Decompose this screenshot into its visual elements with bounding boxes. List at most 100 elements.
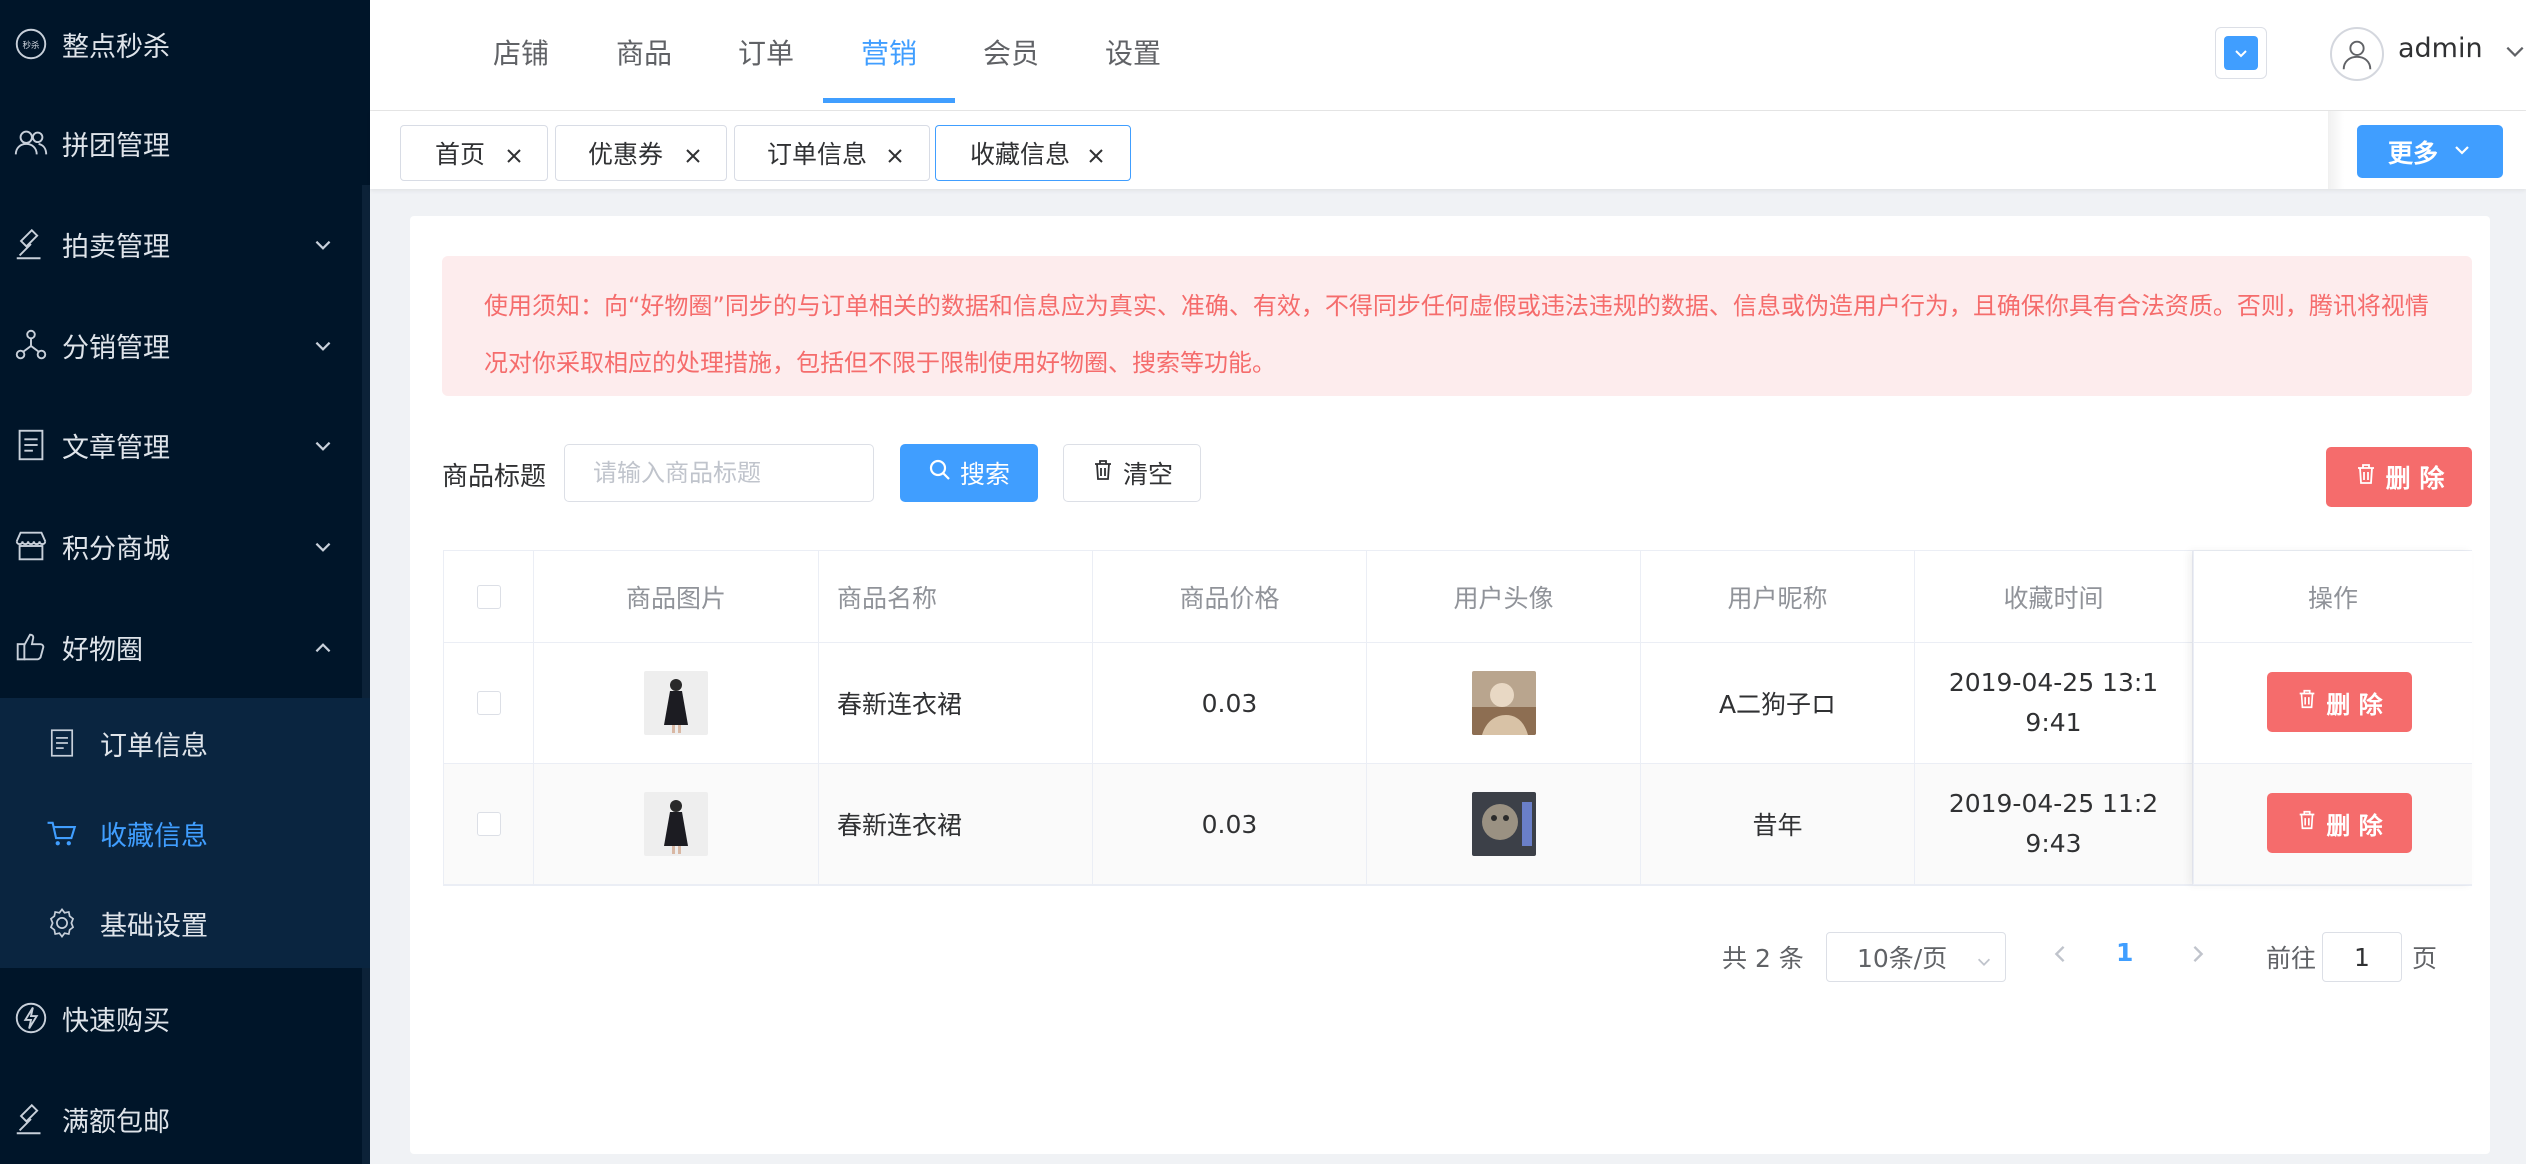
- sidebar-item-free-shipping[interactable]: 满额包邮: [0, 1069, 370, 1164]
- goto-label: 前往: [2266, 944, 2317, 973]
- search-button-label: 搜索: [959, 460, 1010, 489]
- more-divider: [2328, 111, 2344, 189]
- header-product-price: 商品价格: [1093, 551, 1367, 643]
- more-button[interactable]: 更多: [2357, 125, 2503, 178]
- tab-orders[interactable]: 订单: [738, 0, 794, 104]
- gear-icon: [42, 906, 82, 940]
- gavel-icon: [0, 225, 62, 263]
- tab-marketing[interactable]: 营销: [861, 0, 917, 104]
- document-icon: [42, 726, 82, 760]
- close-icon[interactable]: [683, 143, 703, 172]
- action-cell: 删 除: [2194, 764, 2472, 885]
- prev-page-button[interactable]: [2048, 942, 2072, 970]
- chevron-down-icon[interactable]: [2504, 40, 2526, 66]
- user-icon: [2342, 40, 2372, 70]
- product-title-input[interactable]: [564, 444, 874, 502]
- sidebar-item-label: 分销管理: [62, 332, 170, 364]
- sidebar-item-label: 拼团管理: [62, 130, 170, 162]
- search-button[interactable]: 搜索: [900, 444, 1038, 502]
- user-avatar[interactable]: [2330, 27, 2384, 81]
- product-price-cell: 0.03: [1093, 764, 1367, 885]
- tab-members[interactable]: 会员: [983, 0, 1039, 104]
- tag-favorites[interactable]: 收藏信息: [935, 125, 1131, 181]
- row-delete-button[interactable]: 删 除: [2267, 793, 2412, 853]
- more-label: 更多: [2387, 138, 2438, 168]
- fixed-action-column: 操作 删 除 删 除: [2193, 551, 2472, 885]
- chevron-down-icon: [312, 232, 334, 263]
- sidebar-item-flash-sale[interactable]: 秒杀 整点秒杀: [0, 0, 370, 94]
- row-delete-label: 删 除: [2326, 811, 2383, 840]
- submenu-item-basic-settings[interactable]: 基础设置: [0, 878, 370, 968]
- page-size-select[interactable]: 10条/页: [1826, 932, 2006, 982]
- row-delete-button[interactable]: 删 除: [2267, 672, 2412, 732]
- tag-label: 收藏信息: [970, 140, 1071, 169]
- notice-alert: 使用须知：向“好物圈”同步的与订单相关的数据和信息应为真实、准确、有效，不得同步…: [442, 256, 2472, 396]
- sidebar: 秒杀 整点秒杀 拼团管理 拍卖管理 分销管理 文章管理 积分商城 好物圈 订单信…: [0, 0, 370, 1164]
- sidebar-item-label: 拍卖管理: [62, 231, 170, 263]
- close-icon[interactable]: [885, 143, 905, 172]
- sidebar-item-articles[interactable]: 文章管理: [0, 395, 370, 495]
- favorite-time-cell: 2019-04-25 13:19:41: [1915, 643, 2193, 764]
- chevron-down-icon: [1975, 948, 1993, 977]
- sidebar-item-quick-buy[interactable]: 快速购买: [0, 968, 370, 1068]
- clear-button-label: 清空: [1122, 460, 1173, 489]
- tag-order-info[interactable]: 订单信息: [734, 125, 930, 181]
- product-thumbnail[interactable]: [644, 792, 708, 856]
- clear-button[interactable]: 清空: [1063, 444, 1201, 502]
- dropdown-toggle-button[interactable]: [2215, 27, 2267, 79]
- tags-view-bar: 首页 优惠券 订单信息 收藏信息 更多: [370, 111, 2526, 189]
- sidebar-item-auction[interactable]: 拍卖管理: [0, 194, 370, 294]
- product-thumbnail[interactable]: [644, 671, 708, 735]
- submenu-item-order-info[interactable]: 订单信息: [0, 698, 370, 788]
- gavel-icon: [0, 1100, 62, 1138]
- select-all-checkbox[interactable]: [476, 584, 501, 609]
- chevron-down-icon: [312, 433, 334, 464]
- page-number-current[interactable]: 1: [2116, 938, 2133, 967]
- thumbs-up-icon: [0, 628, 62, 666]
- trash-icon: [2296, 809, 2318, 837]
- sidebar-item-good-circle[interactable]: 好物圈: [0, 597, 370, 697]
- header-actions: 操作: [2194, 551, 2472, 643]
- close-icon[interactable]: [504, 143, 524, 172]
- flash-sale-icon: 秒杀: [0, 25, 62, 63]
- sidebar-item-label: 满额包邮: [62, 1106, 170, 1138]
- sidebar-item-label: 文章管理: [62, 432, 170, 464]
- chevron-left-icon: [2054, 945, 2065, 963]
- next-page-button[interactable]: [2186, 942, 2210, 970]
- trash-icon: [1091, 458, 1115, 488]
- user-avatar-thumbnail[interactable]: [1471, 671, 1536, 735]
- pagination-total: 共 2 条: [1722, 944, 1804, 973]
- chevron-up-icon: [312, 635, 334, 666]
- submenu-item-favorites[interactable]: 收藏信息: [0, 788, 370, 878]
- user-avatar-cell: [1367, 764, 1641, 885]
- active-tab-indicator: [823, 98, 955, 103]
- sidebar-item-distribution[interactable]: 分销管理: [0, 295, 370, 395]
- action-cell: 删 除: [2194, 643, 2472, 764]
- tab-settings[interactable]: 设置: [1105, 0, 1161, 104]
- tag-home[interactable]: 首页: [400, 125, 548, 181]
- sidebar-item-label: 好物圈: [62, 634, 143, 666]
- search-label: 商品标题: [442, 462, 547, 492]
- row-checkbox[interactable]: [476, 691, 501, 715]
- close-icon[interactable]: [1086, 143, 1106, 172]
- sidebar-item-points-mall[interactable]: 积分商城: [0, 496, 370, 596]
- tab-store[interactable]: 店铺: [493, 0, 549, 104]
- product-image-cell: [534, 764, 819, 885]
- goto-page-input[interactable]: [2322, 932, 2402, 982]
- user-avatar-thumbnail[interactable]: [1471, 792, 1536, 856]
- header-favorite-time: 收藏时间: [1915, 551, 2193, 643]
- row-checkbox[interactable]: [476, 812, 501, 836]
- tag-coupons[interactable]: 优惠券: [555, 125, 727, 181]
- batch-delete-label: 删 除: [2385, 464, 2445, 493]
- username[interactable]: admin: [2398, 33, 2483, 64]
- chevron-right-icon: [2193, 945, 2204, 963]
- sidebar-item-label: 积分商城: [62, 533, 170, 565]
- batch-delete-button[interactable]: 删 除: [2326, 447, 2472, 507]
- row-delete-label: 删 除: [2326, 690, 2383, 719]
- sidebar-item-group-buy[interactable]: 拼团管理: [0, 93, 370, 193]
- sidebar-item-label: 快速购买: [62, 1005, 170, 1037]
- tab-products[interactable]: 商品: [616, 0, 672, 104]
- favorites-table: 商品图片 商品名称 商品价格 用户头像 用户昵称 收藏时间 春新连衣裙 0.03: [443, 550, 2472, 886]
- users-icon: [0, 124, 62, 162]
- user-avatar-cell: [1367, 643, 1641, 764]
